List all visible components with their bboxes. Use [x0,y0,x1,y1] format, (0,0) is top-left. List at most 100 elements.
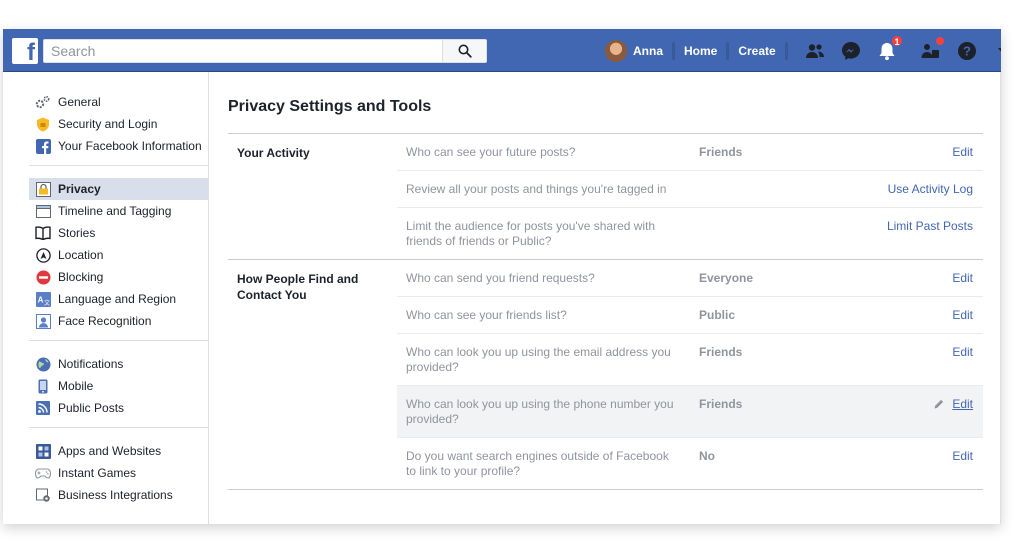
sidebar-item-mobile[interactable]: Mobile [29,375,208,397]
sidebar-item-general[interactable]: General [29,91,208,113]
nav-divider [673,43,674,59]
page-title: Privacy Settings and Tools [228,98,432,115]
section-how-people-find-you: How People Find and Contact You Who can … [228,260,983,489]
sidebar-group-apps: Apps and Websites Instant Games Business… [29,428,208,514]
sidebar-item-stories[interactable]: Stories [29,222,208,244]
sidebar-item-label: Mobile [58,379,94,393]
sidebar-item-privacy[interactable]: Privacy [29,178,208,200]
sidebar-item-location[interactable]: Location [29,244,208,266]
sidebar-item-label: Timeline and Tagging [58,204,172,218]
mobile-icon [35,378,51,394]
setting-value: Everyone [699,271,754,285]
face-icon [35,313,51,329]
timeline-icon [35,203,51,219]
home-link[interactable]: Home [674,38,727,64]
setting-row[interactable]: Limit the audience for posts you've shar… [397,208,983,259]
sidebar-item-your-facebook-information[interactable]: Your Facebook Information [29,135,208,157]
nav-icons: 1 ? [803,35,1001,63]
sidebar-item-blocking[interactable]: Blocking [29,266,208,288]
section-label: How People Find and Contact You [237,272,359,302]
alert-dot [935,36,945,46]
setting-question: Who can send you friend requests? [406,271,595,285]
setting-row[interactable]: Review all your posts and things you're … [397,171,983,208]
edit-link[interactable]: Edit [952,345,973,359]
nav-divider [785,43,787,59]
use-activity-log-label: Use Activity Log [887,182,973,196]
edit-link[interactable]: Edit [934,397,973,411]
svg-text:A: A [37,295,43,304]
edit-link[interactable]: Edit [952,271,973,285]
setting-question: Who can look you up using the email addr… [406,345,671,374]
limit-past-posts-label: Limit Past Posts [886,219,973,233]
create-link[interactable]: Create [728,38,785,64]
help-button[interactable]: ? [955,39,979,63]
sidebar-item-label: General [58,95,101,109]
sidebar-item-security[interactable]: Security and Login [29,113,208,135]
friends-icon [806,44,824,58]
sidebar-item-face-recognition[interactable]: Face Recognition [29,310,208,332]
sidebar-item-instant-games[interactable]: Instant Games [29,462,208,484]
setting-question: Do you want search engines outside of Fa… [406,449,669,478]
sidebar-item-timeline-and-tagging[interactable]: Timeline and Tagging [29,200,208,222]
quick-help-button[interactable] [919,36,945,63]
messenger-button[interactable] [839,39,863,63]
facebook-logo[interactable]: f [12,38,38,66]
sidebar-item-label: Privacy [58,182,101,196]
setting-question: Who can see your friends list? [406,308,567,322]
sidebar-item-label: Your Facebook Information [58,139,202,153]
setting-row[interactable]: Who can see your friends list? Public Ed… [397,297,983,334]
sidebar-item-label: Language and Region [58,292,177,306]
account-menu-button[interactable] [991,39,1001,63]
setting-row[interactable]: Who can look you up using the email addr… [397,334,983,386]
sidebar-item-language-and-region[interactable]: A文 Language and Region [29,288,208,310]
notifications-button[interactable]: 1 [875,35,903,63]
sidebar-item-label: Business Integrations [58,488,173,502]
apps-icon [35,443,51,459]
chevron-down-icon [998,48,1001,52]
section-rows: Who can see your future posts? Friends E… [397,134,983,259]
setting-row[interactable]: Do you want search engines outside of Fa… [397,438,983,489]
limit-past-posts-link[interactable]: Limit Past Posts [887,219,973,233]
pencil-icon [934,399,944,409]
search-box [43,39,487,63]
edit-link[interactable]: Edit [952,449,973,463]
sidebar-item-notifications[interactable]: Notifications [29,353,208,375]
edit-link-label: Edit [952,345,973,359]
sidebar-item-label: Apps and Websites [58,444,162,458]
setting-row-hovered[interactable]: Who can look you up using the phone numb… [397,386,983,438]
nav-links: Anna Home Create [599,38,787,64]
sidebar-group-privacy: Privacy Timeline and Tagging Stories Loc… [29,166,208,341]
sidebar-item-label: Instant Games [58,466,137,480]
lock-icon [35,181,51,197]
search-button[interactable] [442,40,486,62]
sidebar-item-apps-and-websites[interactable]: Apps and Websites [29,440,208,462]
setting-value: Friends [699,145,743,159]
svg-text:文: 文 [43,299,49,307]
sidebar-item-label: Public Posts [58,401,125,415]
friend-requests-button[interactable] [803,39,827,63]
search-input[interactable] [44,40,444,62]
avatar [605,40,627,62]
setting-question: Who can look you up using the phone numb… [406,397,674,426]
edit-link[interactable]: Edit [952,145,973,159]
use-activity-log-link[interactable]: Use Activity Log [888,182,973,196]
profile-link[interactable]: Anna [599,38,673,64]
section-label: Your Activity [237,146,310,160]
rss-icon [35,400,51,416]
edit-link-label: Edit [952,449,973,463]
sidebar-item-business-integrations[interactable]: Business Integrations [29,484,208,506]
language-icon: A文 [35,291,51,307]
edit-link-label: Edit [952,271,973,285]
setting-row[interactable]: Who can see your future posts? Friends E… [397,134,983,171]
sidebar-item-label: Stories [58,226,96,240]
sidebar-item-public-posts[interactable]: Public Posts [29,397,208,419]
setting-question: Who can see your future posts? [406,145,576,159]
edit-link[interactable]: Edit [952,308,973,322]
content-right-border [1000,72,1001,524]
sidebar-item-label: Location [58,248,104,262]
sidebar-group-account: General Security and Login Your Facebook… [29,87,208,166]
location-icon [35,247,51,263]
sidebar-divider [208,72,209,524]
setting-row[interactable]: Who can send you friend requests? Everyo… [397,260,983,297]
section-your-activity: Your Activity Who can see your future po… [228,134,983,260]
